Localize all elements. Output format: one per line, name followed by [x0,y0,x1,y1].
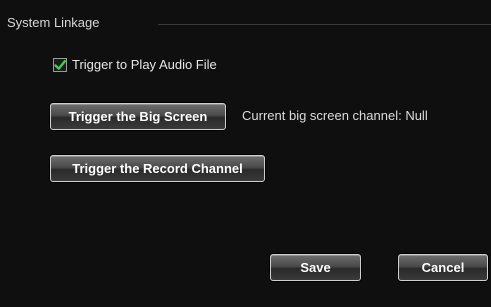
system-linkage-panel: System Linkage Trigger to Play Audio Fil… [0,0,491,307]
audio-trigger-checkbox[interactable] [53,57,67,72]
trigger-record-channel-button[interactable]: Trigger the Record Channel [50,155,265,182]
section-legend: System Linkage [7,15,100,30]
audio-trigger-label: Trigger to Play Audio File [72,57,217,72]
fieldset-border [158,24,491,25]
audio-trigger-row[interactable]: Trigger to Play Audio File [53,57,217,72]
cancel-button[interactable]: Cancel [398,254,488,281]
trigger-big-screen-button[interactable]: Trigger the Big Screen [50,103,226,130]
save-button[interactable]: Save [270,254,361,281]
big-screen-status: Current big screen channel: Null [242,108,428,123]
checkmark-icon [54,59,66,70]
